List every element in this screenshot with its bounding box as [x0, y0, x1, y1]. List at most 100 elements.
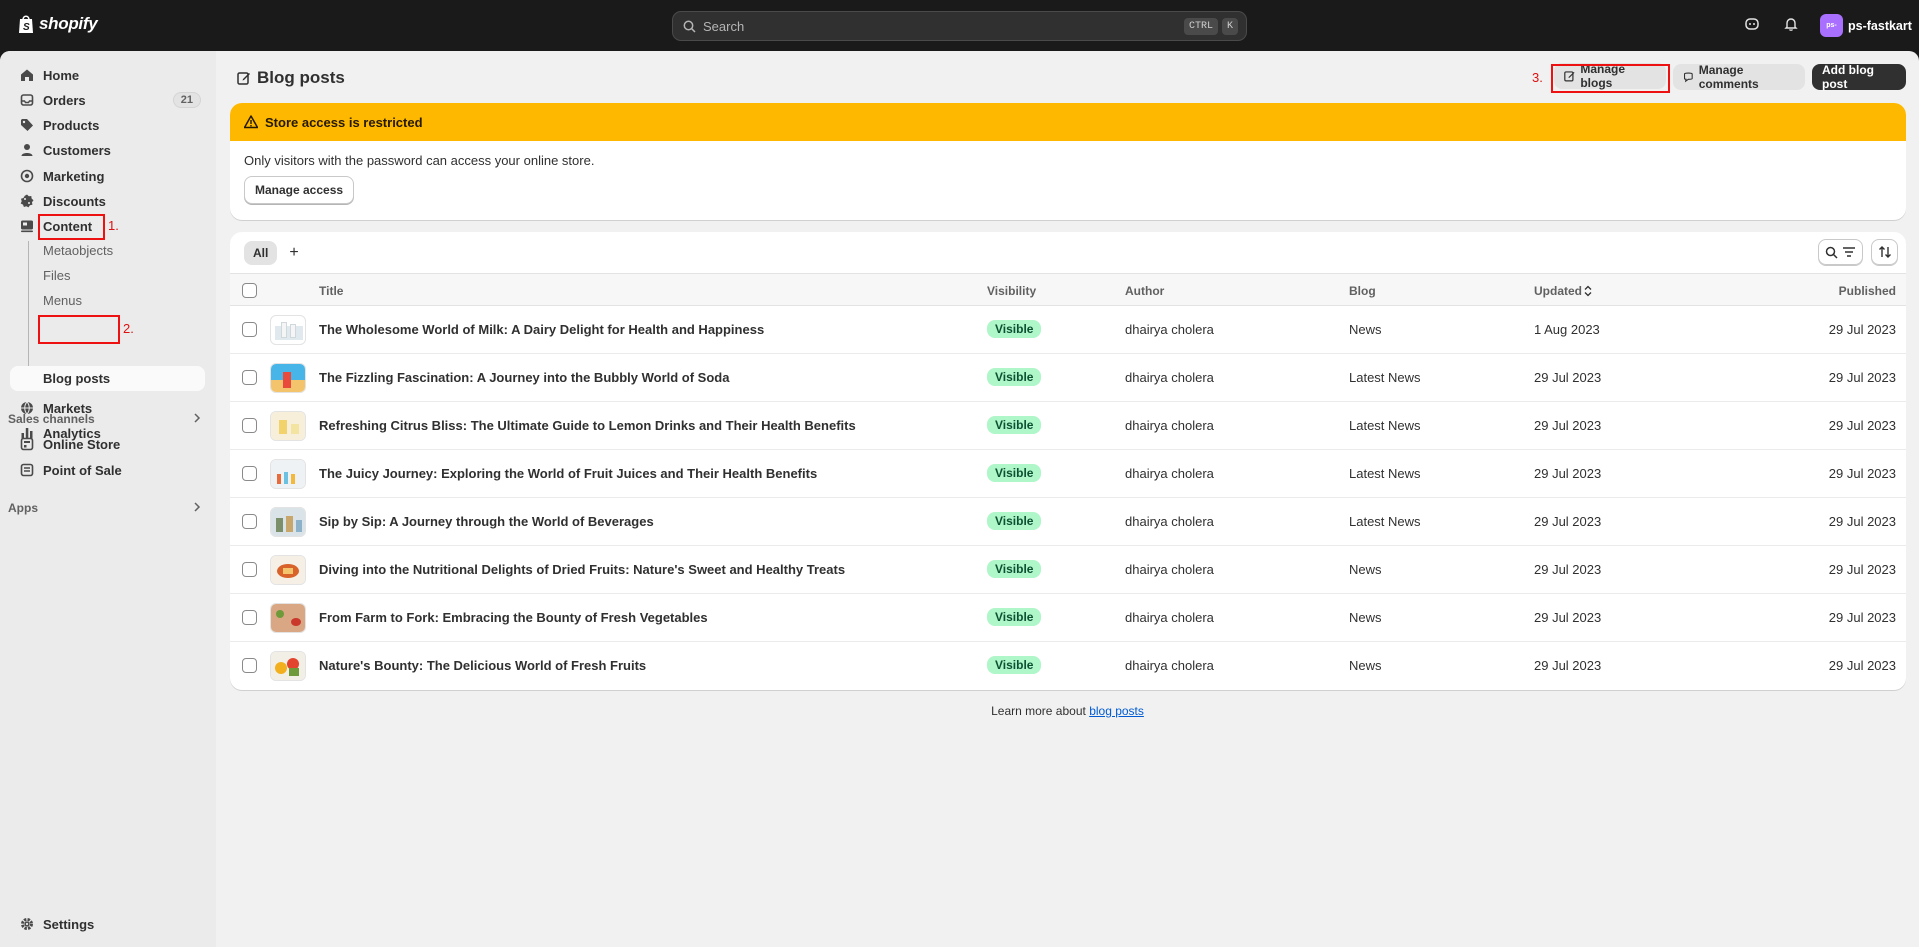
search-icon — [683, 20, 696, 33]
row-checkbox[interactable] — [242, 658, 257, 673]
content-icon — [21, 220, 33, 233]
post-thumbnail — [270, 411, 306, 441]
sidebar-sub-blog-posts[interactable]: Blog posts — [43, 367, 110, 389]
post-updated: 29 Jul 2023 — [1534, 370, 1602, 385]
post-blog: Latest News — [1349, 466, 1421, 481]
sidebar-item-home[interactable]: Home — [10, 62, 205, 88]
table-row[interactable]: From Farm to Fork: Embracing the Bounty … — [230, 594, 1906, 642]
manage-access-button[interactable]: Manage access — [244, 176, 355, 204]
post-author: dhairya cholera — [1125, 658, 1214, 673]
row-checkbox[interactable] — [242, 322, 257, 337]
svg-text:S: S — [23, 22, 30, 33]
row-checkbox[interactable] — [242, 370, 257, 385]
table-row[interactable]: The Wholesome World of Milk: A Dairy Del… — [230, 306, 1906, 354]
post-published: 29 Jul 2023 — [1828, 610, 1896, 625]
table-row[interactable]: The Juicy Journey: Exploring the World o… — [230, 450, 1906, 498]
annotation-label-1: 1. — [108, 218, 119, 233]
post-updated: 29 Jul 2023 — [1534, 466, 1602, 481]
sidebar-sub-metaobjects[interactable]: Metaobjects — [43, 239, 113, 261]
top-bar: S shopify Search CTRL K ps- ps-fastkart — [0, 0, 1919, 51]
table-row[interactable]: Nature's Bounty: The Delicious World of … — [230, 642, 1906, 690]
search-input[interactable]: Search CTRL K — [672, 11, 1247, 41]
banner-header: Store access is restricted — [230, 103, 1906, 141]
post-title[interactable]: Nature's Bounty: The Delicious World of … — [319, 658, 646, 673]
post-author: dhairya cholera — [1125, 562, 1214, 577]
row-checkbox[interactable] — [242, 418, 257, 433]
add-view-icon[interactable]: + — [289, 244, 298, 262]
sidebar-item-products[interactable]: Products — [10, 112, 205, 138]
col-author[interactable]: Author — [1125, 284, 1164, 298]
row-checkbox[interactable] — [242, 562, 257, 577]
subnav-tree-line — [28, 241, 29, 383]
page-title: Blog posts — [237, 68, 345, 88]
orders-icon — [20, 94, 34, 106]
sales-channels-header[interactable]: Sales channels — [8, 412, 203, 426]
post-thumbnail — [270, 459, 306, 489]
sidebar-item-online-store[interactable]: Online Store — [10, 431, 205, 457]
post-title[interactable]: Diving into the Nutritional Delights of … — [319, 562, 845, 577]
table-header: Title Visibility Author Blog Updated Pub… — [230, 273, 1906, 306]
apps-header[interactable]: Apps — [8, 501, 203, 515]
shopify-logo[interactable]: S shopify — [17, 14, 98, 34]
chevron-right-icon — [194, 502, 201, 512]
sidebar-item-label: Home — [43, 67, 80, 83]
search-filter-button[interactable] — [1818, 239, 1863, 265]
blog-posts-help-link[interactable]: blog posts — [1089, 704, 1144, 718]
visibility-badge: Visible — [987, 560, 1042, 578]
table-body: The Wholesome World of Milk: A Dairy Del… — [230, 306, 1906, 690]
select-all-checkbox[interactable] — [242, 283, 257, 298]
post-updated: 29 Jul 2023 — [1534, 610, 1602, 625]
visibility-badge: Visible — [987, 368, 1042, 386]
bell-icon[interactable] — [1783, 16, 1799, 35]
post-blog: News — [1349, 562, 1382, 577]
row-checkbox[interactable] — [242, 610, 257, 625]
sidebar-item-point-of-sale[interactable]: Point of Sale — [10, 457, 205, 483]
table-row[interactable]: Sip by Sip: A Journey through the World … — [230, 498, 1906, 546]
tab-all[interactable]: All — [244, 240, 278, 265]
visibility-badge: Visible — [987, 608, 1042, 626]
table-row[interactable]: The Fizzling Fascination: A Journey into… — [230, 354, 1906, 402]
store-access-banner: Store access is restricted Only visitors… — [230, 103, 1906, 220]
post-title[interactable]: The Fizzling Fascination: A Journey into… — [319, 370, 729, 385]
post-title[interactable]: The Wholesome World of Milk: A Dairy Del… — [319, 322, 764, 337]
sort-updown-icon[interactable] — [1584, 285, 1592, 297]
store-menu[interactable]: ps- ps-fastkart — [1820, 14, 1912, 37]
sidebar-sub-files[interactable]: Files — [43, 264, 70, 286]
sidebar-item-customers[interactable]: Customers — [10, 137, 205, 163]
sort-button[interactable] — [1871, 239, 1898, 265]
post-title[interactable]: Sip by Sip: A Journey through the World … — [319, 514, 654, 529]
post-published: 29 Jul 2023 — [1828, 322, 1896, 337]
col-updated[interactable]: Updated — [1534, 284, 1582, 298]
table-row[interactable]: Refreshing Citrus Bliss: The Ultimate Gu… — [230, 402, 1906, 450]
post-thumbnail — [270, 603, 306, 633]
post-title[interactable]: Refreshing Citrus Bliss: The Ultimate Gu… — [319, 418, 856, 433]
annotation-box-manage-blogs — [1551, 64, 1670, 93]
sidekick-icon[interactable] — [1744, 16, 1760, 35]
shortcut-ctrl: CTRL — [1183, 17, 1218, 35]
manage-comments-button[interactable]: Manage comments — [1673, 63, 1805, 91]
sidebar-sub-menus[interactable]: Menus — [43, 289, 82, 311]
post-title[interactable]: The Juicy Journey: Exploring the World o… — [319, 466, 817, 481]
table-row[interactable]: Diving into the Nutritional Delights of … — [230, 546, 1906, 594]
row-checkbox[interactable] — [242, 466, 257, 481]
col-visibility[interactable]: Visibility — [987, 284, 1036, 298]
sidebar-item-orders[interactable]: Orders 21 — [10, 87, 205, 113]
store-icon — [20, 437, 34, 451]
add-blog-post-button[interactable]: Add blog post — [1812, 63, 1906, 91]
col-title[interactable]: Title — [319, 284, 343, 298]
warning-icon — [244, 115, 258, 129]
visibility-badge: Visible — [987, 656, 1042, 674]
col-published[interactable]: Published — [1839, 284, 1896, 298]
row-checkbox[interactable] — [242, 514, 257, 529]
col-blog[interactable]: Blog — [1349, 284, 1376, 298]
tag-icon — [21, 119, 33, 131]
sidebar-item-discounts[interactable]: Discounts — [10, 188, 205, 214]
search-placeholder: Search — [703, 18, 745, 34]
post-blog: Latest News — [1349, 418, 1421, 433]
sidebar-item-label: Discounts — [43, 193, 106, 209]
store-name: ps-fastkart — [1848, 18, 1912, 33]
sidebar-item-marketing[interactable]: Marketing — [10, 163, 205, 189]
sidebar-item-settings[interactable]: Settings — [10, 911, 205, 937]
post-title[interactable]: From Farm to Fork: Embracing the Bounty … — [319, 610, 708, 625]
filter-icon — [1843, 247, 1855, 257]
